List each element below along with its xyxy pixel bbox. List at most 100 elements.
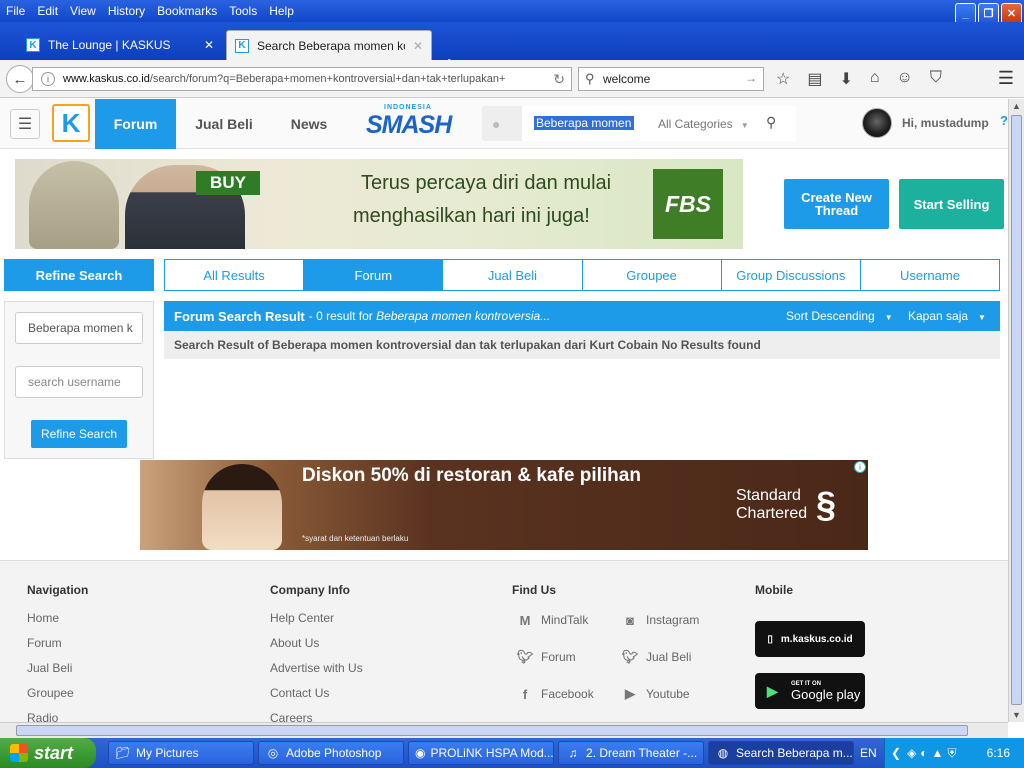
menu-help[interactable]: Help (263, 4, 300, 18)
taskbar-my-pictures[interactable]: 📁︎ My Pictures (108, 741, 254, 765)
language-indicator[interactable]: EN (860, 746, 877, 760)
clock[interactable]: 6:16 (987, 746, 1010, 760)
refine-search-button[interactable]: Refine Search (31, 420, 127, 448)
avatar[interactable] (862, 108, 892, 138)
taskbar-dream-theater[interactable]: ♫ 2. Dream Theater -... (558, 741, 704, 765)
category-select[interactable]: All Categories ▼ (658, 117, 749, 131)
download-icon[interactable]: ⬇ (839, 69, 852, 89)
scroll-up-icon[interactable]: ▲ (1012, 101, 1021, 111)
menu-view[interactable]: View (64, 4, 102, 18)
footer-link-advertise[interactable]: Advertise with Us (270, 661, 363, 686)
footer-link-help[interactable]: Help Center (270, 611, 363, 636)
caret-down-icon: ▼ (978, 313, 986, 322)
tab-forum[interactable]: Forum (304, 260, 444, 290)
footer-link-jual-beli[interactable]: Jual Beli (27, 661, 88, 686)
site-menu-icon[interactable]: ☰ (10, 109, 40, 139)
vertical-scrollbar[interactable]: ▲ ▼ (1008, 99, 1024, 722)
tray-triangle-icon[interactable]: ▲ (932, 746, 944, 760)
fbs-banner-ad[interactable]: BUY Terus percaya diri dan mulai menghas… (15, 159, 743, 249)
footer-link-about[interactable]: About Us (270, 636, 363, 661)
tab-group-discussions[interactable]: Group Discussions (722, 260, 861, 290)
taskbar-firefox[interactable]: ◍ Search Beberapa m... (708, 741, 854, 765)
scroll-thumb[interactable] (1011, 115, 1022, 705)
reload-icon[interactable]: ↻ (553, 71, 565, 88)
username-input[interactable]: search username (15, 366, 143, 398)
footer-link-home[interactable]: Home (27, 611, 88, 636)
sort-dropdown[interactable]: Sort Descending ▼ (786, 309, 893, 323)
smash-logo[interactable]: INDONESIA SMASH (366, 104, 452, 144)
tray-app-icon[interactable]: ◐ (920, 746, 927, 760)
menu-history[interactable]: History (102, 4, 151, 18)
close-tab-icon[interactable]: ✕ (204, 38, 214, 52)
footer-link-radio[interactable]: Radio (27, 711, 88, 722)
findus-facebook[interactable]: f Facebook (516, 685, 594, 703)
findus-label: MindTalk (541, 613, 589, 627)
start-button[interactable]: start (0, 738, 96, 768)
findus-mindtalk[interactable]: M MindTalk (516, 611, 589, 629)
menu-bookmarks[interactable]: Bookmarks (151, 4, 223, 18)
create-thread-button[interactable]: Create New Thread (784, 179, 889, 229)
user-greeting[interactable]: Hi, mustadump (902, 116, 989, 130)
tab-search[interactable]: K Search Beberapa momen kont... ✕ (226, 30, 432, 60)
close-window-icon[interactable]: ✕ (1001, 3, 1022, 24)
browser-search-input[interactable]: ⚲ welcome → (578, 67, 764, 91)
user-menu[interactable]: Hi, mustadump ? (862, 108, 1008, 138)
go-arrow-icon[interactable]: → (745, 71, 757, 85)
tab-the-lounge[interactable]: K The Lounge | KASKUS ✕ (18, 30, 222, 60)
tab-groupee[interactable]: Groupee (583, 260, 722, 290)
nav-jual-beli[interactable]: Jual Beli (186, 99, 262, 149)
home-icon[interactable]: ⌂ (870, 69, 880, 89)
pocket-icon[interactable]: ⛉ (930, 69, 942, 89)
help-icon[interactable]: ? (1000, 113, 1008, 128)
scroll-thumb[interactable] (16, 725, 968, 736)
bookmark-star-icon[interactable]: ☆ (776, 69, 790, 89)
site-search-box[interactable]: Beberapa momen kontroversial All Categor… (522, 106, 796, 141)
footer-link-groupee[interactable]: Groupee (27, 686, 88, 711)
no-results-message: Search Result of Beberapa momen kontrove… (164, 331, 1000, 359)
tab-jual-beli[interactable]: Jual Beli (443, 260, 583, 290)
start-selling-button[interactable]: Start Selling (899, 179, 1004, 229)
adchoices-icon[interactable]: i (854, 461, 866, 473)
search-icon[interactable]: ⚲ (766, 114, 776, 131)
findus-youtube[interactable]: ▶ Youtube (621, 685, 690, 703)
menu-file[interactable]: File (0, 4, 31, 18)
smiley-icon[interactable]: ☺ (897, 69, 913, 89)
tray-shield-icon[interactable]: ⛨ (947, 746, 956, 761)
tab-username[interactable]: Username (861, 260, 999, 290)
tab-all-results[interactable]: All Results (165, 260, 305, 290)
back-arrow-icon[interactable]: ← (6, 65, 34, 93)
findus-label: Youtube (646, 687, 690, 701)
minimize-icon[interactable]: _ (955, 3, 976, 24)
findus-forum[interactable]: 🐦︎ Forum (516, 648, 576, 666)
nav-forum[interactable]: Forum (95, 99, 176, 149)
url-bar[interactable]: i www.kaskus.co.id/search/forum?q=Bebera… (32, 67, 572, 91)
footer-link-contact[interactable]: Contact Us (270, 686, 363, 711)
menu-tools[interactable]: Tools (223, 4, 263, 18)
tray-arrow-icon[interactable]: ❮ (891, 746, 901, 760)
fbs-logo: FBS (653, 169, 723, 239)
nav-news[interactable]: News (276, 99, 342, 149)
close-tab-icon[interactable]: ✕ (413, 39, 423, 53)
mobile-site-button[interactable]: ▯ m.kaskus.co.id (755, 621, 865, 657)
browser-menu-icon[interactable]: ☰ (998, 68, 1014, 89)
findus-instagram[interactable]: ◙ Instagram (621, 611, 699, 629)
restore-icon[interactable]: ❐ (978, 3, 999, 24)
site-search-input[interactable]: Beberapa momen kontroversial (534, 116, 634, 130)
taskbar-prolink[interactable]: ◉ PROLiNK HSPA Mod... (408, 741, 554, 765)
footer-link-forum[interactable]: Forum (27, 636, 88, 661)
reading-list-icon[interactable]: ▤ (807, 69, 822, 89)
kaskus-logo[interactable]: K (52, 104, 90, 142)
menu-edit[interactable]: Edit (31, 4, 64, 18)
refine-query-input[interactable]: Beberapa momen k (15, 312, 143, 344)
standard-chartered-ad[interactable]: Diskon 50% di restoran & kafe pilihan *s… (140, 460, 868, 550)
footer-link-careers[interactable]: Careers (270, 711, 363, 722)
tray-network-icon[interactable]: ◈ (907, 746, 916, 760)
horizontal-scrollbar[interactable] (0, 722, 1008, 738)
time-dropdown[interactable]: Kapan saja ▼ (908, 309, 986, 323)
scroll-down-icon[interactable]: ▼ (1012, 710, 1021, 720)
findus-jual-beli[interactable]: 🐦︎ Jual Beli (621, 648, 692, 666)
info-icon[interactable]: i (41, 72, 55, 86)
taskbar-photoshop[interactable]: ◎ Adobe Photoshop (258, 741, 404, 765)
google-play-button[interactable]: ▶ GET IT ON Google play (755, 673, 865, 709)
chat-bubble-icon[interactable]: ● (492, 116, 500, 132)
